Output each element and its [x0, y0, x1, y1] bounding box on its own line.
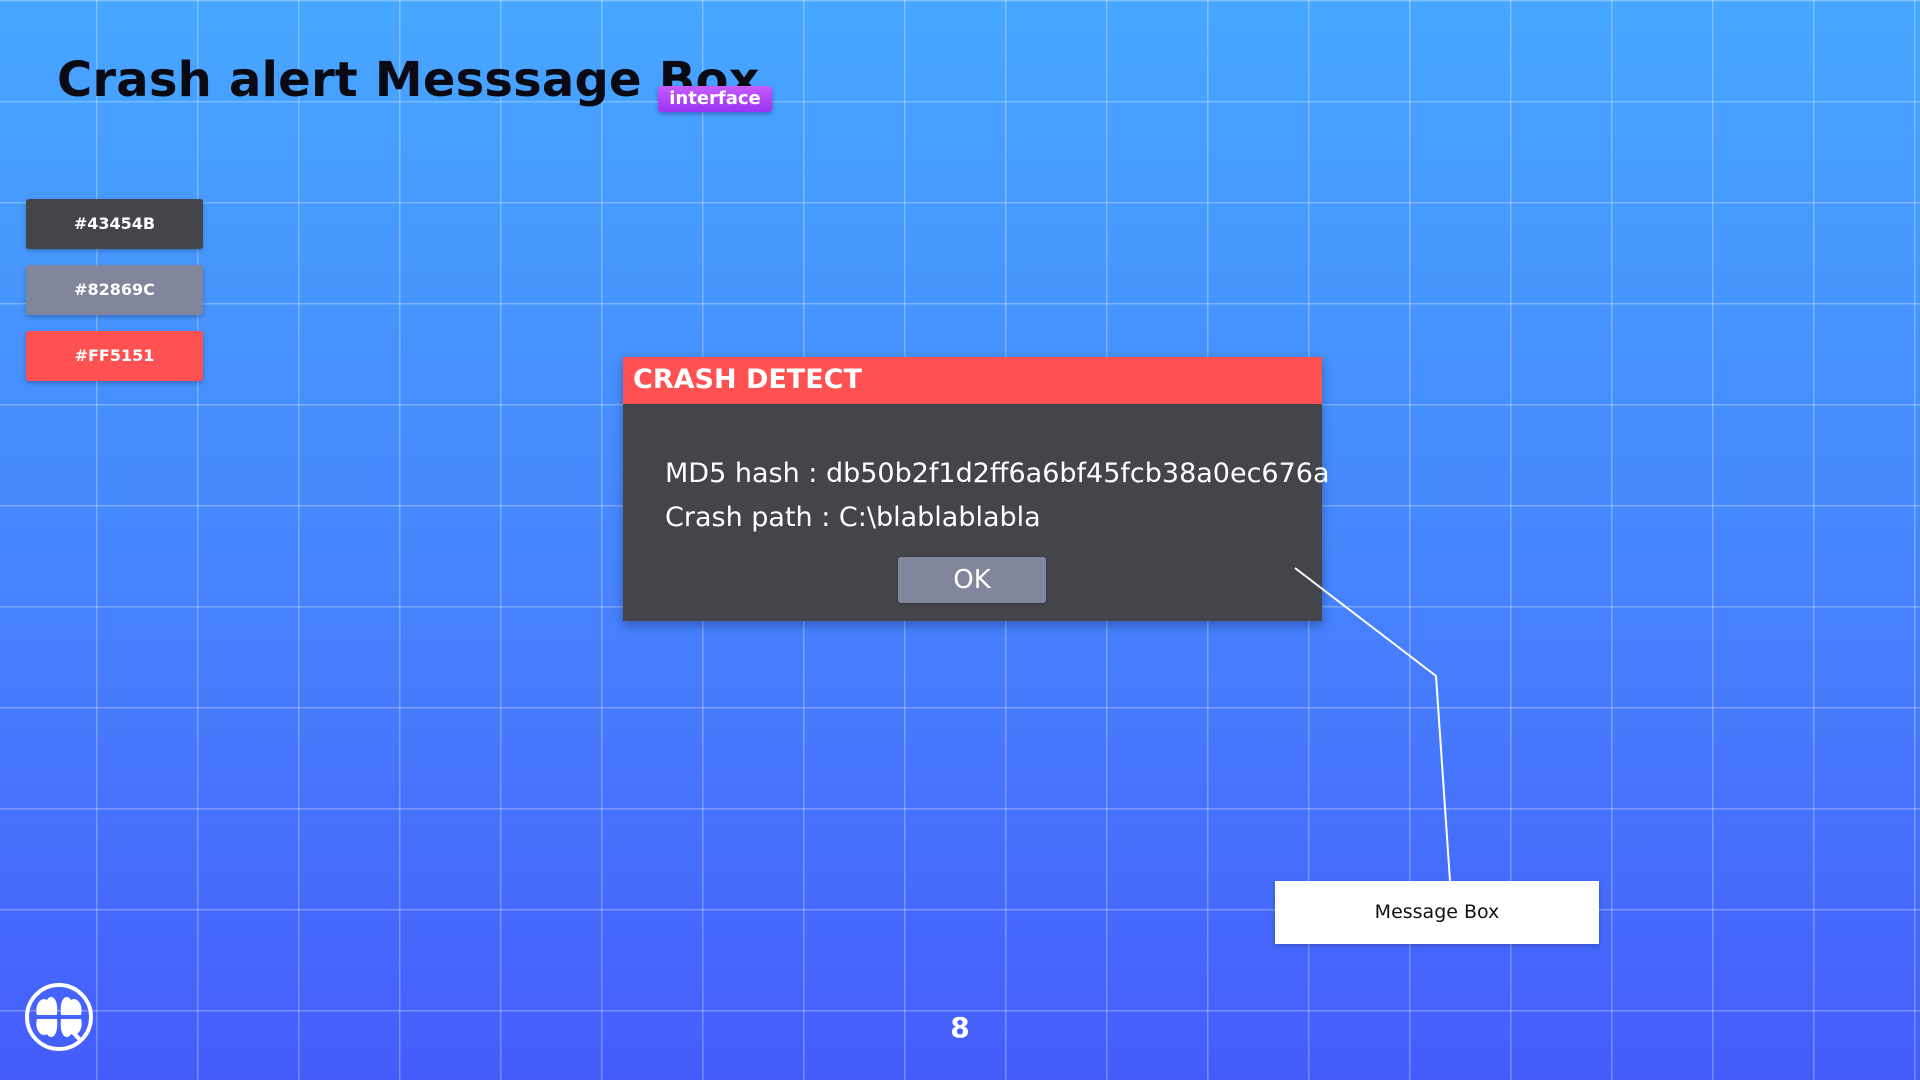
interface-tag-badge: interface [658, 86, 772, 112]
color-swatch-dark-gray: #43454B [26, 199, 203, 249]
md5-hash-text: MD5 hash : db50b2f1d2ff6a6bf45fcb38a0ec6… [665, 458, 1330, 489]
dialog-title: CRASH DETECT [633, 364, 862, 395]
color-swatch-red: #FF5151 [26, 331, 203, 381]
page-number: 8 [950, 1011, 970, 1044]
page-title: Crash alert Messsage Box [57, 52, 760, 108]
clover-logo-icon [25, 983, 93, 1051]
ok-button[interactable]: OK [898, 557, 1046, 603]
color-swatch-slate-gray: #82869C [26, 265, 203, 315]
crash-message-box: CRASH DETECT MD5 hash : db50b2f1d2ff6a6b… [623, 357, 1330, 621]
crash-path-text: Crash path : C:\blablablabla [665, 502, 1041, 533]
dialog-header: CRASH DETECT [623, 357, 1322, 404]
message-box-callout-label: Message Box [1275, 881, 1599, 944]
